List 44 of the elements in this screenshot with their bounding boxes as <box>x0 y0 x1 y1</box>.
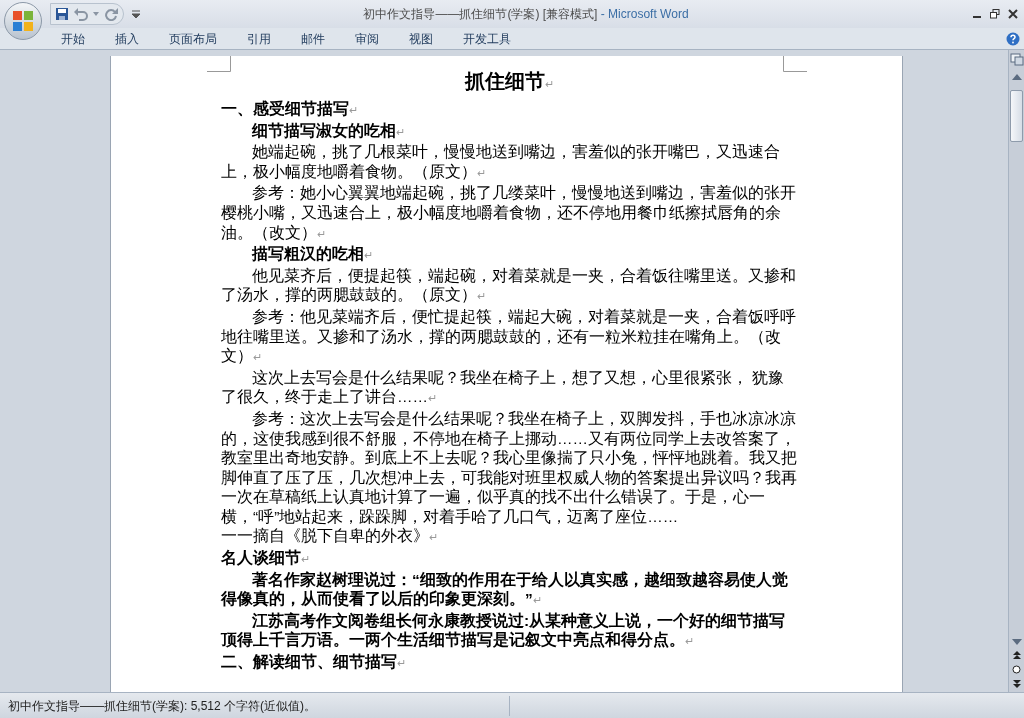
ribbon-tab[interactable]: 开发工具 <box>463 30 511 47</box>
customize-caret-icon[interactable] <box>132 10 140 18</box>
browse-object-icon[interactable] <box>1012 665 1021 674</box>
paragraph: 参考：他见菜端齐后，便忙提起筷，端起大碗，对着菜就是一夹，合着饭呼呼地往嘴里送。又掺和了汤水，撑的两腮鼓鼓的，还有一粒米粒挂在嘴角上。（改文）↵ <box>221 306 797 367</box>
subheading: 描写粗汉的吃相↵ <box>250 244 374 265</box>
ribbon-tab[interactable]: 审阅 <box>355 30 379 47</box>
scroll-down-icon[interactable] <box>1011 639 1022 645</box>
ribbon-tab[interactable]: 页面布局 <box>169 30 217 47</box>
ribbon-tab[interactable]: 视图 <box>409 30 433 47</box>
document-title: 抓住细节↵ <box>463 69 555 94</box>
section-heading: 名人谈细节↵ <box>221 548 311 569</box>
paragraph: 一一摘自《脱下自卑的外衣》↵ <box>221 526 439 547</box>
next-page-icon[interactable] <box>1012 680 1021 688</box>
paragraph: 著名作家赵树理说过：“细致的作用在于给人以真实感，越细致越容易使人觉得像真的，从而使看了以后的印象更深刻。”↵ <box>221 569 789 610</box>
paragraph: 这次上去写会是什么结果呢？我坐在椅子上，想了又想，心里很紧张， 犹豫了很久，终于走上了讲台……↵ <box>221 367 786 408</box>
scroll-up-icon[interactable] <box>1011 74 1022 80</box>
ribbon-tab[interactable]: 引用 <box>247 30 271 47</box>
status-text: 初中作文指导——抓住细节(学案): 5,512 个字符(近似值)。 <box>0 695 510 716</box>
window-title: 初中作文指导——抓住细节(学案) [兼容模式] <box>363 6 598 23</box>
section-heading: 一、感受细节描写↵ <box>221 99 359 119</box>
paragraph: 参考：这次上去写会是什么结果呢？我坐在椅子上，双脚发抖，手也冰凉冰凉的，这使我感到很不舒服，不停地在椅子上挪动……又有两位同学上去改答案了，教室里出奇地安静。到底上不上去呢？我心里像揣了只小兔，怦怦地跳着。我又把脚伸直了压了压，几次想冲上去，可我能对班里权威人物的答案提出异议吗？我再一次在草稿纸上认真地计算了一遍，似乎真的找不出什么错误了。于是，心一横，“呼”地站起来，跺跺脚，对着手哈了几口气，迈离了座位…… <box>221 408 797 527</box>
app-name: - Microsoft Word <box>599 6 689 23</box>
crop-mark-icon <box>783 56 807 72</box>
scroll-thumb[interactable] <box>1010 90 1023 142</box>
paragraph: 江苏高考作文阅卷组长何永康教授说过:从某种意义上说，一个好的细节描写顶得上千言万语。一两个生活细节描写是记叙文中亮点和得分点。↵ <box>221 610 787 651</box>
ribbon-tab[interactable]: 开始 <box>61 30 85 47</box>
paragraph: 参考：她小心翼翼地端起碗，挑了几缕菜叶，慢慢地送到嘴边，害羞似的张开樱桃小嘴，又迅速合上，极小幅度地嚼着食物，还不停地用餐巾纸擦拭唇角的余油。（改文）↵ <box>221 183 797 243</box>
subheading: 细节描写淑女的吃相↵ <box>250 120 406 141</box>
ribbon-tab[interactable]: 插入 <box>115 30 139 47</box>
ruler-toggle-icon[interactable] <box>1009 52 1024 66</box>
section-heading: 二、解读细节、细节描写↵ <box>221 652 407 673</box>
office-button[interactable] <box>4 2 42 40</box>
paragraph: 他见菜齐后，便提起筷，端起碗，对着菜就是一夹，合着饭往嘴里送。又掺和了汤水，撑的两腮鼓鼓的。（原文）↵ <box>221 265 797 306</box>
ribbon-tab[interactable]: 邮件 <box>301 30 325 47</box>
paragraph: 她端起碗，挑了几根菜叶，慢慢地送到嘴边，害羞似的张开嘴巴，又迅速合上，极小幅度地嚼着食物。（原文）↵ <box>221 142 781 182</box>
help-icon[interactable] <box>1006 31 1020 46</box>
caret-icon[interactable] <box>93 12 99 16</box>
restore-icon[interactable] <box>990 9 1000 19</box>
crop-mark-icon <box>207 56 231 72</box>
redo-icon[interactable] <box>103 7 119 21</box>
close-icon[interactable] <box>1008 9 1018 19</box>
previous-page-icon[interactable] <box>1012 651 1021 659</box>
logo-icon <box>12 10 34 32</box>
save-icon[interactable] <box>55 7 69 21</box>
